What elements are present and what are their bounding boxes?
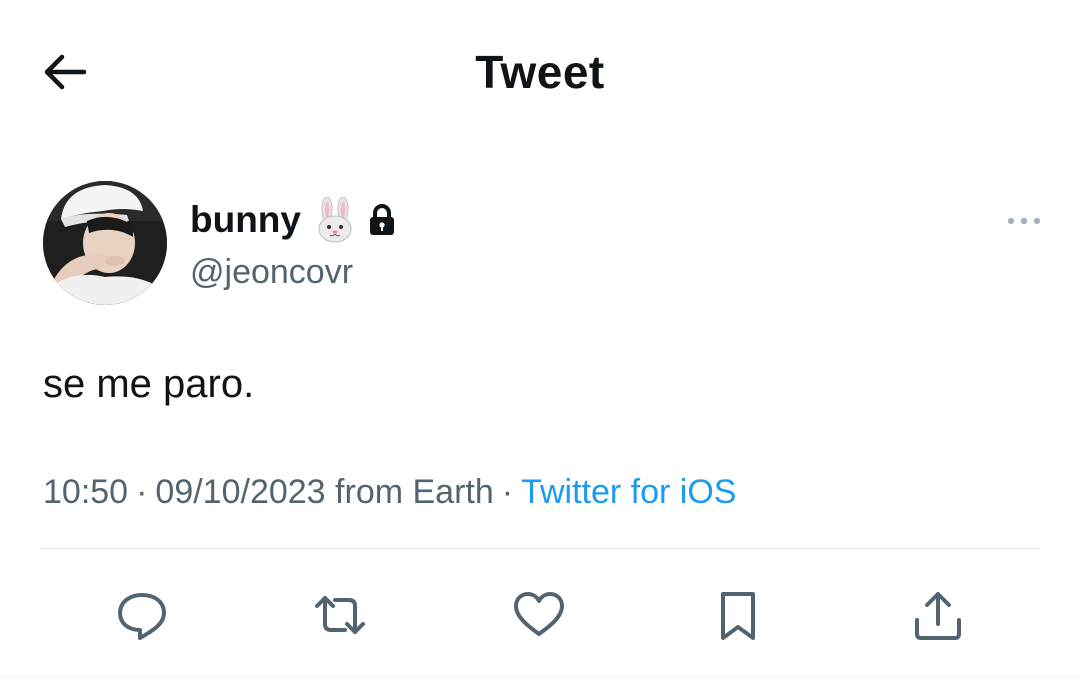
reply-button[interactable] <box>105 578 179 652</box>
retweet-button[interactable] <box>303 578 377 652</box>
retweet-icon <box>315 596 365 634</box>
action-bar <box>0 578 1080 652</box>
share-icon <box>915 592 961 640</box>
tweet-source-link[interactable]: Twitter for iOS <box>521 473 736 511</box>
page-title: Tweet <box>475 46 605 98</box>
divider <box>40 548 1040 549</box>
rabbit-emoji-icon <box>318 197 352 243</box>
bookmark-button[interactable] <box>701 578 775 652</box>
avatar[interactable] <box>43 181 167 305</box>
bookmark-icon <box>721 592 755 640</box>
tweet-time: 10:50 <box>43 473 129 511</box>
more-horizontal-icon <box>1007 217 1041 225</box>
heart-icon <box>514 592 564 636</box>
tweet-metadata: 10:50 · 09/10/2023 from Earth · Twitter for … <box>43 470 736 514</box>
meta-separator: · <box>501 473 514 511</box>
more-options-button[interactable] <box>1000 206 1048 236</box>
user-handle[interactable]: @jeoncovr <box>190 250 353 294</box>
lock-icon <box>369 204 394 235</box>
avatar-image <box>43 181 167 305</box>
like-button[interactable] <box>502 578 576 652</box>
share-button[interactable] <box>901 578 975 652</box>
tweet-text: se me paro. <box>43 362 255 406</box>
tweet-detail-screen: Tweet bunny @jeoncovr se me paro. 10:50 … <box>0 0 1080 680</box>
tweet-date: 09/10/2023 <box>155 473 326 511</box>
bottom-divider <box>0 676 1080 677</box>
display-name: bunny <box>190 199 301 240</box>
reply-icon <box>118 593 166 640</box>
meta-separator: · <box>136 473 148 511</box>
author-name-row[interactable]: bunny <box>190 193 397 247</box>
tweet-location: from Earth <box>335 473 494 511</box>
